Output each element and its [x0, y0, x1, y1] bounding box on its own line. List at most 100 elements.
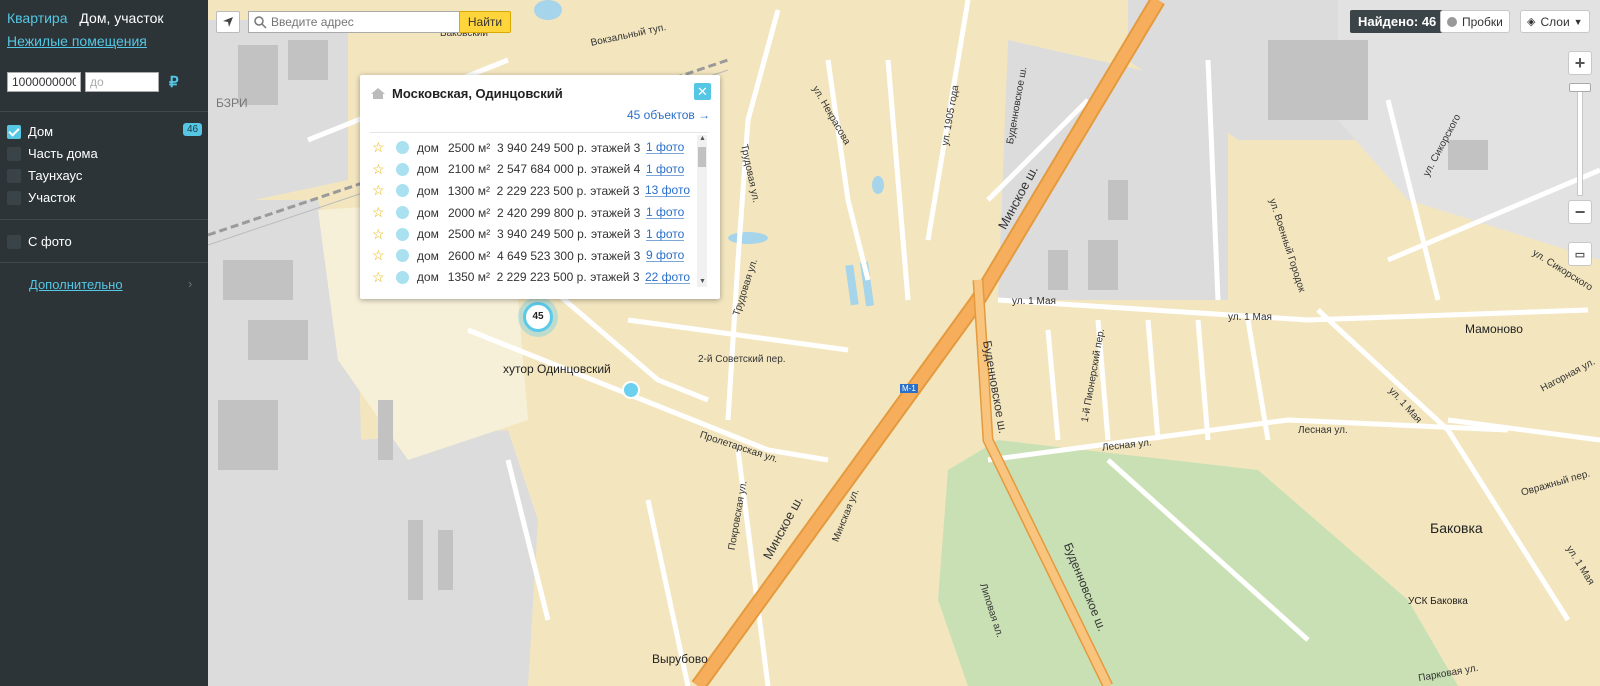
listing-price: 4 649 523 300 р.: [497, 248, 588, 263]
zoom-out-button[interactable]: −: [1568, 200, 1592, 224]
listing-area: 1350 м²: [447, 270, 491, 285]
filter-with-photo[interactable]: С фото: [7, 234, 72, 249]
listing-photos-link[interactable]: 9 фото: [646, 249, 685, 263]
ruble-icon[interactable]: ₽: [169, 73, 179, 91]
popup-scrollbar-thumb[interactable]: [698, 147, 706, 167]
listing-floors: этажей 3: [591, 205, 641, 220]
place-label: Баковка: [1430, 520, 1483, 536]
favorite-star-icon[interactable]: ☆: [372, 182, 388, 199]
objects-count-link[interactable]: 45 объектов →: [627, 108, 710, 122]
listing-floors: этажей 3: [590, 183, 640, 198]
listing-photos-link[interactable]: 1 фото: [646, 163, 685, 176]
filter-plot[interactable]: Участок: [7, 190, 76, 205]
listing-price: 2 547 684 000 р.: [497, 162, 588, 177]
listing-marker[interactable]: [622, 381, 640, 399]
listing-photos-link[interactable]: 1 фото: [646, 228, 685, 241]
listing-dot-icon: [395, 184, 409, 198]
listing-dot-icon: [396, 141, 409, 155]
price-to-input[interactable]: [85, 72, 159, 92]
listing-dot-icon: [396, 227, 409, 241]
listing-photos-link[interactable]: 1 фото: [646, 206, 685, 220]
scroll-up-icon[interactable]: ▲: [699, 135, 706, 142]
listing-photos-link[interactable]: 22 фото: [645, 271, 690, 284]
scroll-down-icon[interactable]: ▼: [699, 278, 706, 285]
more-filters-link[interactable]: Дополнительно: [29, 277, 123, 292]
listing-type: дом: [417, 205, 439, 220]
favorite-star-icon[interactable]: ☆: [372, 204, 388, 221]
listing-row[interactable]: ☆ дом 2000 м² 2 420 299 800 р. этажей 3 …: [370, 202, 690, 224]
listing-cluster-marker[interactable]: 45: [523, 302, 553, 332]
listing-floors: этажей 4: [591, 162, 641, 177]
listing-row[interactable]: ☆ дом 2600 м² 4 649 523 300 р. этажей 3 …: [370, 245, 690, 267]
filter-townhouse[interactable]: Таунхаус: [7, 168, 82, 183]
listing-photos-link[interactable]: 1 фото: [646, 141, 685, 155]
listing-price: 2 229 223 500 р.: [496, 270, 587, 285]
favorite-star-icon[interactable]: ☆: [372, 247, 388, 264]
listing-row[interactable]: ☆ дом 1350 м² 2 229 223 500 р. этажей 3 …: [370, 267, 690, 289]
place-label: Мамоново: [1465, 322, 1523, 336]
tab-apartment[interactable]: Квартира: [7, 10, 68, 26]
favorite-star-icon[interactable]: ☆: [372, 226, 388, 243]
place-label: УСК Баковка: [1408, 596, 1468, 607]
map-label: 2-й Советский пер.: [698, 354, 786, 365]
listing-dot-icon: [396, 249, 409, 263]
filter-label: Дом: [28, 124, 54, 139]
listing-row[interactable]: ☆ дом 2100 м² 2 547 684 000 р. этажей 4 …: [370, 159, 690, 181]
checkbox-checked-icon[interactable]: [7, 124, 21, 139]
favorite-star-icon[interactable]: ☆: [372, 139, 388, 156]
tab-house[interactable]: Дом, участок: [79, 10, 163, 26]
listing-area: 2500 м²: [448, 227, 491, 242]
locate-arrow-icon: [223, 17, 233, 27]
zoom-slider-handle[interactable]: [1569, 83, 1591, 92]
price-from-input[interactable]: [7, 72, 81, 92]
checkbox-icon[interactable]: [7, 168, 21, 183]
listing-price: 3 940 249 500 р.: [497, 227, 588, 242]
listing-area: 2000 м²: [448, 205, 491, 220]
address-search[interactable]: [248, 11, 460, 33]
ruler-icon[interactable]: ▭: [1568, 242, 1592, 266]
listing-row[interactable]: ☆ дом 1300 м² 2 229 223 500 р. этажей 3 …: [370, 180, 690, 202]
divider: [0, 262, 208, 263]
checkbox-icon[interactable]: [7, 234, 21, 249]
locate-button[interactable]: [216, 11, 240, 33]
divider: [0, 111, 208, 112]
map-label: ул. 1 Мая: [1012, 296, 1056, 307]
listing-type: дом: [417, 248, 439, 263]
search-input[interactable]: [271, 15, 451, 29]
search-icon: [254, 16, 267, 29]
checkbox-icon[interactable]: [7, 190, 21, 205]
layers-label: Слои: [1540, 14, 1570, 29]
favorite-star-icon[interactable]: ☆: [372, 269, 388, 286]
listing-area: 1300 м²: [447, 183, 491, 198]
filter-label: Часть дома: [28, 146, 98, 161]
listing-row[interactable]: ☆ дом 2500 м² 3 940 249 500 р. этажей 3 …: [370, 137, 690, 159]
favorite-star-icon[interactable]: ☆: [372, 161, 388, 178]
home-icon: [371, 88, 385, 99]
checkbox-icon[interactable]: [7, 146, 21, 161]
house-count-badge: 46: [183, 123, 203, 136]
popup-title: Московская, Одинцовский: [392, 86, 563, 101]
close-icon[interactable]: ✕: [694, 83, 711, 100]
filter-label: С фото: [28, 234, 72, 249]
find-button[interactable]: Найти: [459, 11, 511, 33]
tab-nonresidential[interactable]: Нежилые помещения: [7, 33, 147, 49]
listing-type: дом: [417, 140, 439, 155]
zoom-slider[interactable]: [1577, 88, 1583, 196]
listing-list: ☆ дом 2500 м² 3 940 249 500 р. этажей 3 …: [370, 137, 690, 288]
place-label: Вырубово: [652, 652, 708, 666]
highway-shield: М-1: [900, 384, 918, 393]
zoom-in-button[interactable]: +: [1568, 51, 1592, 75]
listings-popup: Московская, Одинцовский ✕ 45 объектов → …: [360, 75, 720, 299]
listing-photos-link[interactable]: 13 фото: [645, 184, 690, 198]
price-range: ₽: [7, 72, 179, 92]
filter-house-part[interactable]: Часть дома: [7, 146, 98, 161]
traffic-button[interactable]: Пробки: [1440, 10, 1510, 33]
layers-button[interactable]: ◈ Слои ▼: [1520, 10, 1590, 33]
filter-house[interactable]: Дом: [7, 124, 53, 139]
chevron-right-icon[interactable]: ›: [188, 276, 192, 291]
listing-row[interactable]: ☆ дом 2500 м² 3 940 249 500 р. этажей 3 …: [370, 223, 690, 245]
listing-dot-icon: [396, 206, 409, 220]
filter-sidebar: Квартира Дом, участок Нежилые помещения …: [0, 0, 208, 686]
listing-price: 2 420 299 800 р.: [497, 205, 588, 220]
filter-label: Участок: [28, 190, 76, 205]
